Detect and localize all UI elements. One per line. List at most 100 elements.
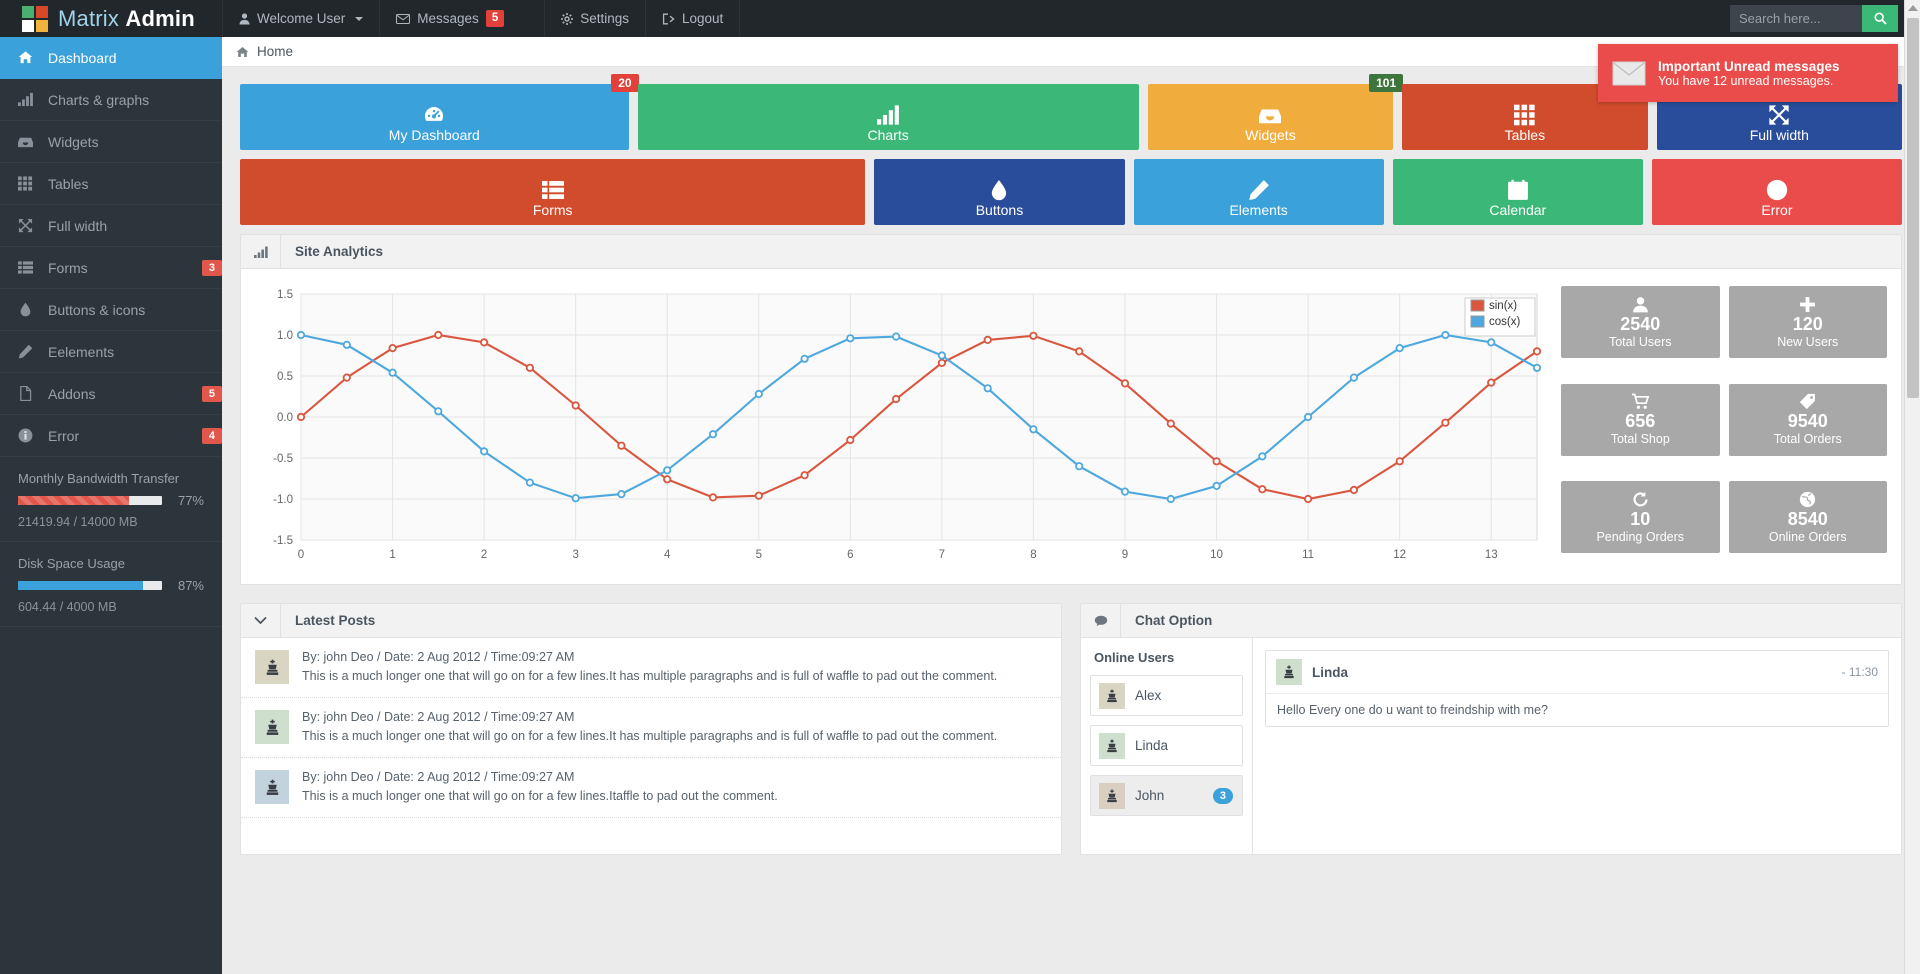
chevron-down-icon	[355, 16, 364, 21]
expand-icon	[18, 218, 48, 233]
main-content: Home My Dashboard 20 Charts Widgets 101 Table…	[222, 37, 1920, 974]
latest-posts-title: Latest Posts	[295, 613, 376, 628]
nav-settings[interactable]: Settings	[545, 0, 646, 37]
tile-error[interactable]: Error	[1651, 159, 1903, 225]
tile-forms[interactable]: Forms	[240, 159, 866, 225]
nav-logout-label: Logout	[682, 11, 724, 26]
nav-logout[interactable]: Logout	[646, 0, 741, 37]
sidebar-item-tables[interactable]: Tables	[0, 163, 222, 205]
brand-title-bold: Admin	[125, 5, 195, 31]
stat-total-shop[interactable]: 656 Total Shop	[1561, 383, 1720, 456]
meter-track	[18, 496, 162, 505]
svg-text:5: 5	[756, 549, 762, 561]
svg-text:0.5: 0.5	[277, 371, 293, 383]
chat-message-author: Linda	[1312, 664, 1348, 680]
meter-sub: 604.44 / 4000 MB	[18, 600, 117, 614]
sidebar-item-error[interactable]: Error 4	[0, 415, 222, 457]
post-item[interactable]: By: john Deo / Date: 2 Aug 2012 / Time:0…	[241, 758, 1061, 818]
sidebar-item-widgets[interactable]: Widgets	[0, 121, 222, 163]
stat-total-orders[interactable]: 9540 Total Orders	[1728, 383, 1887, 456]
search-button[interactable]	[1862, 5, 1898, 32]
tile-widgets[interactable]: Widgets 101	[1147, 74, 1404, 150]
stat-new-users[interactable]: 120 New Users	[1728, 286, 1887, 358]
nav-messages-dropdown-toggle[interactable]	[520, 0, 546, 37]
online-users-title: Online Users	[1094, 650, 1175, 665]
sidebar-item-full-width[interactable]: Full width	[0, 205, 222, 247]
sidebar-item-addons[interactable]: Addons 5	[0, 373, 222, 415]
sidebar-item-buttons-icons[interactable]: Buttons & icons	[0, 289, 222, 331]
scrollbar-thumb[interactable]	[1907, 18, 1919, 398]
top-nav-items: Welcome User Messages 5 Settings Logout	[222, 0, 741, 37]
sidebar-item-label: Buttons & icons	[48, 301, 146, 318]
search-input[interactable]	[1730, 5, 1862, 32]
bars-icon	[241, 235, 281, 268]
nav-settings-label: Settings	[580, 11, 629, 26]
cart-icon	[1631, 393, 1649, 410]
post-text: This is a much longer one that will go o…	[302, 729, 998, 743]
stat-pending-orders[interactable]: 10 Pending Orders	[1561, 481, 1720, 554]
online-user-badge: 3	[1212, 787, 1233, 804]
online-user-alex[interactable]: Alex	[1090, 675, 1243, 716]
meter-percent: 77%	[177, 493, 204, 508]
sidebar-item-dashboard[interactable]: Dashboard	[0, 37, 222, 79]
nav-messages[interactable]: Messages 5	[380, 0, 520, 37]
signout-icon	[662, 13, 675, 25]
pencil-icon	[18, 344, 48, 359]
svg-text:11: 11	[1302, 549, 1314, 561]
tile-my-dashboard[interactable]: My Dashboard 20	[240, 74, 639, 150]
meter-sub: 21419.94 / 14000 MB	[18, 515, 138, 529]
stat-label: Online Orders	[1768, 529, 1847, 544]
chat-message-text: Hello Every one do u want to freindship …	[1277, 703, 1548, 717]
stat-label: Total Shop	[1610, 432, 1670, 447]
analytics-chart[interactable]: -1.5 -1.0 -0.5 0.0 0.5 1.0 1.5 0 1 2 3 4 5 6 7 8 9 10 11 12…	[255, 286, 1547, 570]
post-item[interactable]: By: john Deo / Date: 2 Aug 2012 / Time:0…	[241, 698, 1061, 758]
avatar	[1276, 659, 1302, 685]
unread-messages-toast[interactable]: Important Unread messages You have 12 un…	[1598, 44, 1898, 102]
posts-list: By: john Deo / Date: 2 Aug 2012 / Time:0…	[241, 638, 1061, 818]
chat-title: Chat Option	[1135, 613, 1213, 628]
stat-value: 8540	[1787, 508, 1828, 529]
online-users-column: Online Users Alex Linda John 3	[1081, 638, 1253, 854]
sidebar-item-eelements[interactable]: Eelements	[0, 331, 222, 373]
brand-title: Matrix Admin	[58, 6, 195, 32]
online-user-name: Linda	[1135, 738, 1169, 753]
brand-logo[interactable]: Matrix Admin	[0, 0, 222, 37]
post-item[interactable]: By: john Deo / Date: 2 Aug 2012 / Time:0…	[241, 638, 1061, 698]
stat-value: 656	[1625, 411, 1656, 432]
nav-welcome-user[interactable]: Welcome User	[222, 0, 381, 37]
search-box	[1730, 5, 1898, 32]
chevron-down-icon[interactable]	[241, 604, 281, 637]
tile-row-secondary: Forms Buttons Elements Calendar Error	[240, 159, 1903, 225]
stat-total-users[interactable]: 2540 Total Users	[1561, 286, 1720, 358]
sidebar-item-charts-graphs[interactable]: Charts & graphs	[0, 79, 222, 121]
tile-calendar[interactable]: Calendar	[1392, 159, 1643, 225]
stat-online-orders[interactable]: 8540 Online Orders	[1728, 481, 1887, 554]
online-user-linda[interactable]: Linda	[1090, 725, 1243, 766]
site-analytics-panel: Site Analytics -1.5 -1.0 -0.5 0.0 0.5 1.0 1.5 0…	[240, 234, 1902, 585]
online-user-john[interactable]: John 3	[1090, 775, 1243, 816]
scroll-up-arrow-icon[interactable]	[1908, 5, 1918, 11]
tag-icon	[1799, 393, 1816, 410]
avatar	[255, 770, 289, 804]
svg-text:-1.5: -1.5	[273, 535, 293, 547]
chat-messages-column: Linda - 11:30 Hello Every one do u want …	[1253, 638, 1901, 854]
sidebar: Dashboard Charts & graphs Widgets Tables Ful…	[0, 37, 222, 974]
tile-elements[interactable]: Elements	[1133, 159, 1384, 225]
tile-label: Error	[1761, 202, 1793, 218]
meter-fill	[18, 496, 129, 505]
tile-buttons[interactable]: Buttons	[874, 159, 1125, 225]
stat-value: 2540	[1620, 313, 1661, 334]
page-scrollbar[interactable]	[1904, 0, 1920, 974]
tile-charts[interactable]: Charts	[637, 84, 1139, 150]
refresh-icon	[1632, 491, 1649, 508]
site-analytics-title: Site Analytics	[295, 244, 384, 259]
post-body: By: john Deo / Date: 2 Aug 2012 / Time:0…	[302, 710, 997, 745]
sidebar-item-forms[interactable]: Forms 3	[0, 247, 222, 289]
svg-text:7: 7	[939, 549, 945, 561]
meter-label: Disk Space Usage	[18, 556, 125, 571]
tile-label: Full width	[1749, 127, 1809, 143]
avatar	[255, 650, 289, 684]
page-body: My Dashboard 20 Charts Widgets 101 Tables Full…	[222, 67, 1920, 873]
avatar	[1099, 682, 1125, 709]
meter-track	[18, 581, 162, 590]
